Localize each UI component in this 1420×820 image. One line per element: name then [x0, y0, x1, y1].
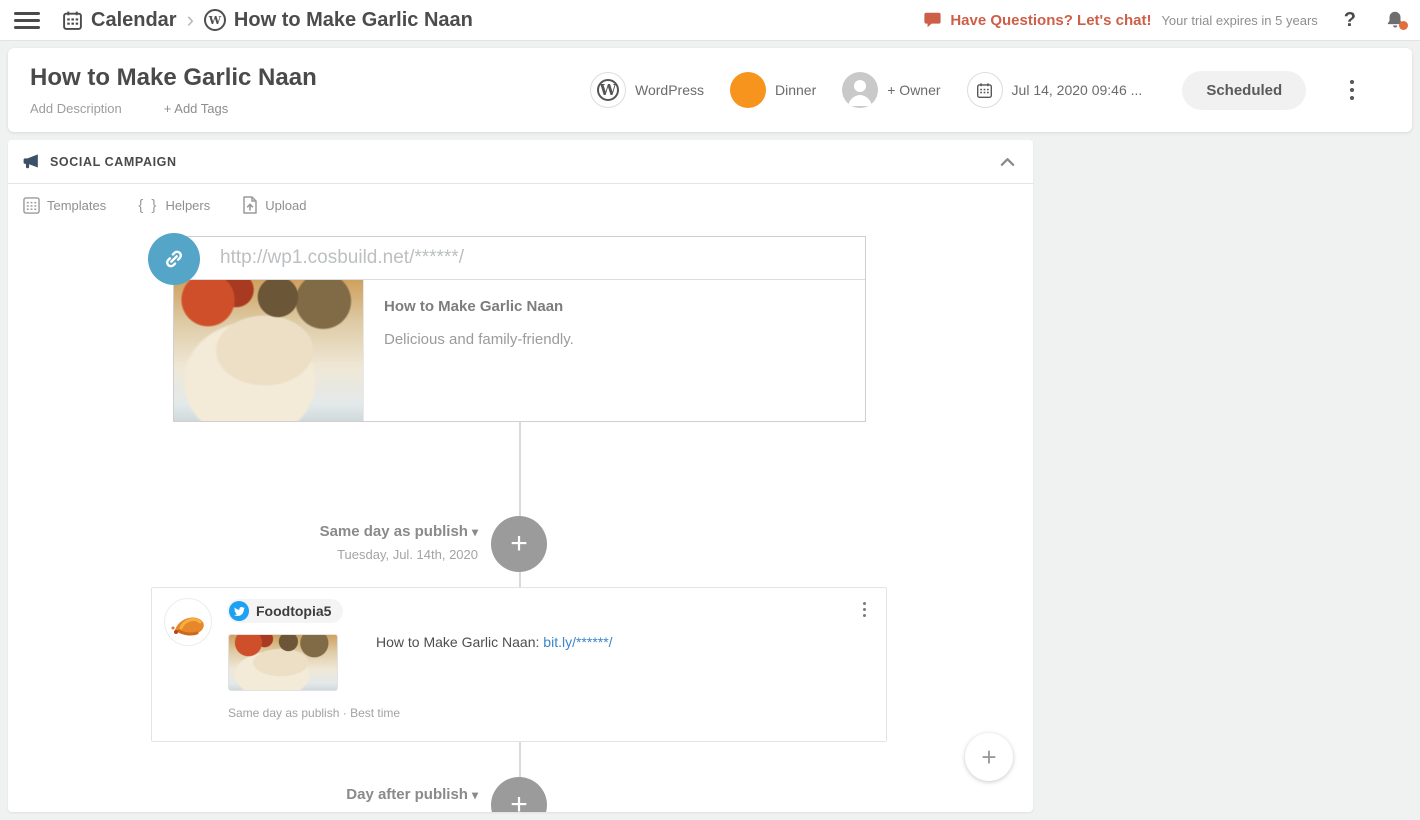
social-post-card: Foodtopia5 How to Make Garlic Naan: bit.… [151, 587, 887, 742]
link-preview-card: How to Make Garlic Naan Delicious and fa… [173, 236, 866, 422]
chat-bubble-icon [924, 12, 941, 28]
platform-chip[interactable]: W WordPress [590, 72, 704, 108]
status-badge[interactable]: Scheduled [1182, 70, 1307, 110]
category-color-dot [729, 72, 766, 108]
braces-icon: { } [138, 196, 159, 214]
timeline-group-same-day: Same day as publish ▾ Tuesday, Jul. 14th,… [148, 523, 478, 562]
megaphone-icon [23, 154, 38, 169]
chat-link[interactable]: Have Questions? Let's chat! [923, 11, 1151, 29]
calendar-icon [62, 10, 83, 31]
account-avatar [164, 598, 212, 646]
group-date: Tuesday, Jul. 14th, 2020 [337, 547, 478, 562]
timeline-group-day-after: Day after publish▾ Wednesday, Jul. 15th,… [148, 786, 478, 812]
preview-image [174, 280, 364, 421]
group-dropdown[interactable]: Day after publish ▾ [148, 786, 478, 803]
section-title: SOCIAL CAMPAIGN [50, 154, 177, 169]
upload-icon [243, 196, 257, 214]
twitter-icon [229, 601, 249, 621]
breadcrumb-calendar[interactable]: Calendar [91, 9, 177, 32]
caret-down-icon: ▾ [471, 525, 478, 539]
post-link[interactable]: bit.ly/******/ [543, 634, 612, 650]
schedule-date-chip[interactable]: Jul 14, 2020 09:46 ... [966, 72, 1142, 108]
url-input[interactable] [174, 237, 865, 280]
project-header: How to Make Garlic Naan Add Description … [8, 48, 1420, 132]
add-tags-button[interactable]: + Add Tags [164, 101, 228, 116]
post-text: How to Make Garlic Naan: bit.ly/******/ [376, 634, 613, 650]
project-title[interactable]: How to Make Garlic Naan [30, 64, 590, 92]
owner-chip[interactable]: + Owner [842, 72, 941, 108]
notifications-bell-icon[interactable] [1384, 9, 1408, 31]
breadcrumb-page-title: How to Make Garlic Naan [233, 8, 473, 31]
campaign-content: How to Make Garlic Naan Delicious and fa… [8, 226, 1033, 812]
add-post-button[interactable]: + [491, 777, 547, 812]
wordpress-badge-icon: W [590, 72, 626, 108]
preview-description: Delicious and family-friendly. [384, 331, 574, 348]
add-description-button[interactable]: Add Description [30, 101, 122, 116]
upload-button[interactable]: Upload [242, 196, 306, 214]
post-options-icon[interactable] [855, 598, 874, 621]
post-schedule-meta: Same day as publish · Best time [228, 706, 401, 720]
trial-expiry-text: Your trial expires in 5 years [1161, 12, 1318, 28]
group-dropdown[interactable]: Same day as publish ▾ [148, 523, 478, 540]
helpers-button[interactable]: { } Helpers [138, 197, 210, 214]
help-button[interactable]: ? [1344, 9, 1356, 32]
social-campaign-panel: SOCIAL CAMPAIGN Templates { } Helpers Up… [8, 140, 1033, 812]
social-campaign-header: SOCIAL CAMPAIGN [8, 140, 1033, 184]
group-date: Wednesday, Jul. 15th, 2020 [148, 810, 478, 812]
notification-dot [1399, 21, 1408, 30]
category-chip[interactable]: Dinner [729, 72, 816, 108]
caret-down-icon: ▾ [471, 788, 478, 802]
more-options-icon[interactable] [1340, 74, 1364, 106]
owner-avatar [842, 72, 879, 108]
account-name-pill: Foodtopia5 [227, 599, 344, 623]
chevron-right-icon: › [186, 7, 194, 32]
top-bar: Calendar › W How to Make Garlic Naan Hav… [0, 0, 1420, 41]
collapse-chevron-icon[interactable] [996, 153, 1019, 171]
close-icon[interactable]: ✕ [1410, 74, 1420, 107]
preview-title: How to Make Garlic Naan [384, 298, 564, 315]
post-thumbnail [228, 634, 338, 691]
add-social-message-fab[interactable]: + [965, 733, 1013, 781]
wordpress-icon: W [203, 9, 226, 31]
account-name: Foodtopia5 [256, 603, 332, 619]
menu-icon[interactable] [14, 11, 40, 29]
add-post-button[interactable]: + [491, 516, 547, 572]
link-icon [148, 233, 200, 285]
campaign-toolbar: Templates { } Helpers Upload [8, 184, 1033, 226]
templates-grid-icon [23, 196, 40, 214]
calendar-badge-icon [966, 72, 1003, 108]
templates-button[interactable]: Templates [23, 196, 106, 214]
